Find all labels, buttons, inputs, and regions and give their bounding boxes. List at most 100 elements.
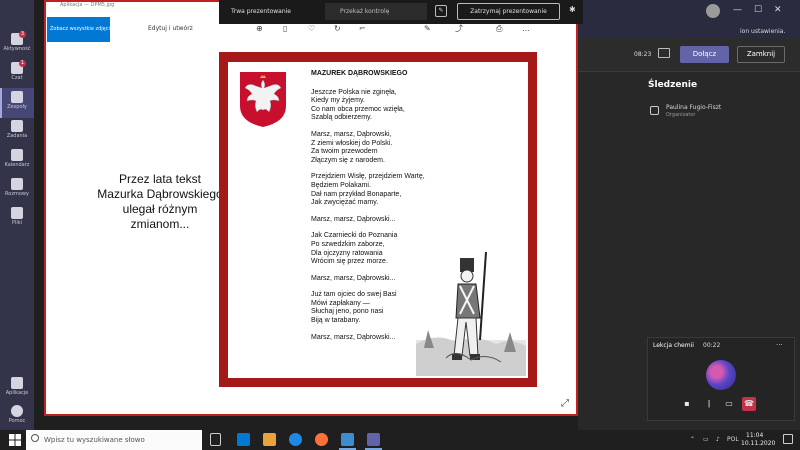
more-icon[interactable]: … [522, 24, 530, 34]
rail-item-activity[interactable]: Aktywność 3 [0, 30, 34, 60]
assignments-icon [11, 120, 23, 132]
screen: Aktywność 3 Czat 1 Zespoły Zadania Kalen… [0, 0, 800, 450]
firefox-icon[interactable] [315, 433, 328, 446]
participant-avatar [706, 360, 736, 390]
tray-up-icon[interactable]: ⌃ [690, 436, 695, 443]
rail-item-label: Aplikacje [5, 390, 29, 396]
notification-badge: 3 [19, 31, 26, 38]
soldier-illustration [416, 251, 526, 376]
rail-item-label: Zespoły [7, 104, 27, 110]
rail-item-label: Czat [11, 75, 23, 81]
camera-toggle-icon[interactable]: ▪ [680, 397, 694, 411]
rail-item-teams[interactable]: Zespoły [0, 88, 34, 118]
apps-icon [11, 377, 23, 389]
see-all-photos-button[interactable]: Zobacz wszystkie zdjęcia [47, 17, 110, 42]
poem-line: Jeszcze Polska nie zginęła, [311, 88, 397, 96]
clock-time[interactable]: 11:04 [746, 432, 763, 439]
avatar[interactable] [706, 4, 720, 18]
network-icon[interactable]: ▭ [703, 436, 709, 443]
poem-line: Przejdziem Wisłę, przejdziem Wartę, [311, 173, 425, 181]
volume-icon[interactable]: ♪ [716, 436, 720, 443]
rail-item-files[interactable]: Pliki [0, 204, 34, 234]
search-input[interactable]: Wpisz tu wyszukiwane słowo [44, 436, 145, 444]
rail-item-label: Pliki [11, 220, 23, 226]
task-view-icon[interactable] [210, 433, 221, 446]
stop-presenting-button[interactable]: Zatrzymaj prezentowanie [457, 3, 560, 20]
rotate-icon[interactable]: ↻ [334, 24, 341, 34]
give-control-dropdown[interactable]: Przekaż kontrolę [325, 3, 427, 20]
rail-item-label: Zadania [6, 133, 28, 139]
rail-item-label: Pomoc [8, 418, 26, 424]
photos-window-title: Aplikacja — DPM5.jpg [60, 2, 115, 8]
phone-icon [11, 178, 23, 190]
polish-eagle-emblem [240, 72, 286, 127]
organizer-icon [650, 106, 659, 115]
notification-center-icon[interactable] [783, 434, 793, 444]
crop-icon[interactable]: ⌐ [359, 24, 366, 34]
presenting-label: Trwa prezentowanie [231, 8, 291, 15]
help-icon [11, 405, 23, 417]
poem-line: Marsz, marsz, Dąbrowski, [311, 130, 392, 138]
share-screen-icon[interactable]: ▭ [722, 397, 736, 411]
search-icon [31, 434, 39, 442]
close-window-icon[interactable]: ✕ [774, 5, 782, 15]
rail-item-assignments[interactable]: Zadania [0, 117, 34, 147]
minimize-icon[interactable]: — [733, 5, 742, 15]
rail-item-label: Aktywność [3, 46, 31, 52]
close-meeting-button[interactable]: Zamknij [737, 46, 785, 63]
windows-start-icon[interactable] [9, 434, 21, 446]
photos-icon[interactable] [339, 433, 356, 450]
more-options-icon[interactable]: ... [776, 339, 783, 347]
call-timer: 00:22 [703, 342, 721, 349]
call-title: Lekcja chemii [653, 342, 694, 349]
pin-icon[interactable]: ✱ [569, 5, 576, 14]
meeting-timer: 08:23 [634, 51, 652, 58]
join-button[interactable]: Dołącz [680, 46, 729, 63]
teams-app-rail: Aktywność 3 Czat 1 Zespoły Zadania Kalen… [0, 0, 34, 430]
poem-line: Co nam obca przemoc wzięła, [311, 105, 405, 113]
file-explorer-icon[interactable] [263, 433, 276, 446]
poem-line: Będziem Polakami. [311, 181, 371, 189]
notification-badge: 1 [19, 60, 26, 67]
rail-item-label: Kalendarz [4, 162, 30, 168]
poem-refrain: Marsz, marsz, Dąbrowski... [311, 216, 471, 225]
expand-icon[interactable]: ⤢ [561, 398, 569, 409]
poem-stanza: Przejdziem Wisłę, przejdziem Wartę, Będz… [311, 173, 471, 207]
poem-title: MAZUREK DĄBROWSKIEGO [311, 70, 408, 77]
maximize-icon[interactable]: ☐ [754, 5, 762, 15]
rail-item-chat[interactable]: Czat 1 [0, 59, 34, 89]
poem-line: Kiedy my żyjemy. [311, 97, 365, 105]
edge-icon[interactable] [289, 433, 302, 446]
file-icon [11, 207, 23, 219]
settings-notice: ion ustawienia. [740, 28, 786, 35]
share-icon[interactable]: ⤴ [455, 24, 463, 34]
teams-icon[interactable] [365, 433, 382, 450]
rail-item-calendar[interactable]: Kalendarz [0, 146, 34, 176]
poem-line: Dał nam przykład Bonaparte, [311, 190, 402, 198]
delete-icon[interactable]: ▯ [283, 24, 287, 34]
poem-line: Z ziemi włoskiej do Polski. [311, 139, 393, 147]
clock-date[interactable]: 10.11.2020 [741, 440, 775, 447]
poem-stanza: Marsz, marsz, Dąbrowski, Z ziemi włoskie… [311, 131, 471, 165]
camera-icon[interactable] [658, 48, 670, 58]
poem-line: Złączym się z narodem. [311, 156, 385, 164]
teams-icon [11, 91, 23, 103]
poem-line: Marsz, marsz, Dąbrowski... [311, 215, 396, 223]
slide-caption: Przez lata tekst Mazurka Dąbrowskiego ul… [97, 172, 223, 231]
print-icon[interactable]: ⎙ [496, 24, 502, 34]
rail-item-apps[interactable]: Aplikacje [0, 374, 34, 404]
annotate-icon[interactable]: ✎ [435, 5, 447, 17]
favorite-icon[interactable]: ♡ [308, 24, 315, 34]
microphone-icon[interactable]: ǀ [702, 397, 716, 411]
rail-item-calls[interactable]: Rozmowy [0, 175, 34, 205]
rail-item-help[interactable]: Pomoc [0, 402, 34, 432]
draw-icon[interactable]: ✎ [424, 24, 431, 34]
poem-line: Szablą odbierzemy. [311, 114, 372, 122]
mail-icon[interactable] [237, 433, 250, 446]
panel-title: Śledzenie [648, 80, 698, 90]
zoom-icon[interactable]: ⊕ [256, 24, 263, 34]
keyboard-language[interactable]: POL [727, 436, 739, 443]
hang-up-button[interactable]: ☎ [742, 397, 756, 411]
rail-item-label: Rozmowy [5, 191, 29, 197]
edit-create-button[interactable]: Edytuj i utwórz [148, 25, 193, 32]
